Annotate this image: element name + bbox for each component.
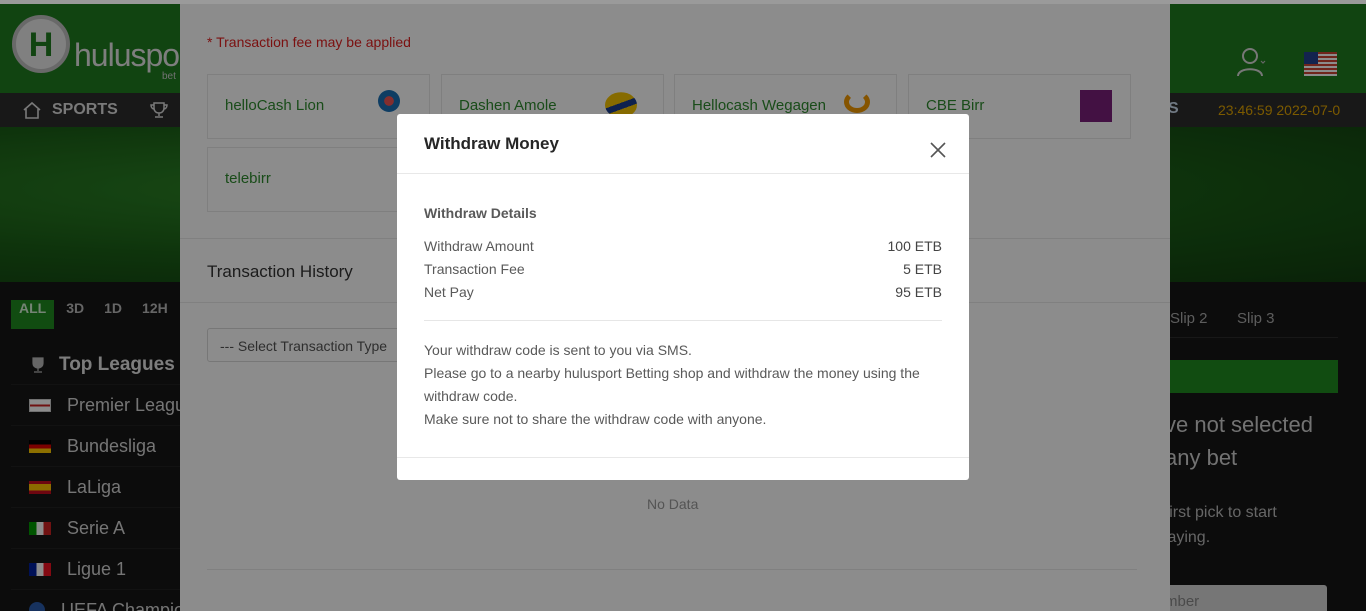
dialog-header-divider xyxy=(397,173,969,174)
instruction-line: Please go to a nearby hulusport Betting … xyxy=(424,365,920,404)
window-top-strip xyxy=(0,0,1366,4)
detail-row-net-pay: Net Pay 95 ETB xyxy=(424,284,942,300)
details-divider xyxy=(424,320,942,321)
instruction-line: Make sure not to share the withdraw code… xyxy=(424,411,767,427)
detail-value: 95 ETB xyxy=(895,284,942,300)
detail-value: 5 ETB xyxy=(903,261,942,277)
detail-row-withdraw-amount: Withdraw Amount 100 ETB xyxy=(424,238,942,254)
detail-row-transaction-fee: Transaction Fee 5 ETB xyxy=(424,261,942,277)
withdraw-instructions: Your withdraw code is sent to you via SM… xyxy=(424,339,949,431)
instruction-line: Your withdraw code is sent to you via SM… xyxy=(424,342,692,358)
detail-label: Transaction Fee xyxy=(424,261,525,277)
detail-label: Withdraw Amount xyxy=(424,238,534,254)
withdraw-money-dialog: Withdraw Money Withdraw Details Withdraw… xyxy=(397,114,969,480)
dialog-footer-divider xyxy=(397,457,969,458)
detail-value: 100 ETB xyxy=(887,238,942,254)
dialog-title: Withdraw Money xyxy=(424,134,559,153)
close-icon[interactable] xyxy=(927,139,949,161)
detail-label: Net Pay xyxy=(424,284,474,300)
withdraw-details-title: Withdraw Details xyxy=(424,205,537,221)
